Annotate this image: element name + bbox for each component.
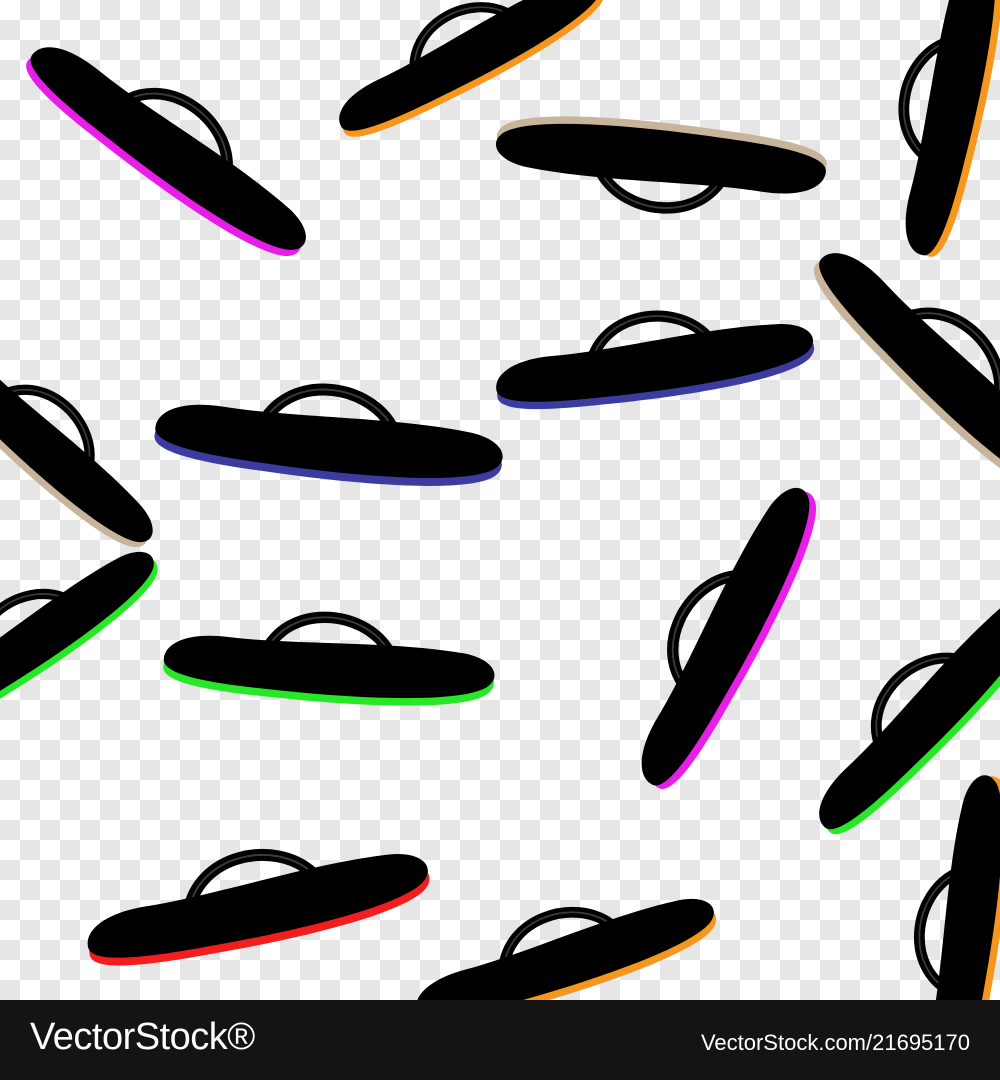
sandal-blue-center-right	[489, 294, 818, 420]
sandal-orange-bottom-right	[899, 769, 1000, 1000]
vectorstock-logo: VectorStock®	[30, 1016, 255, 1058]
sandal-beige-left	[0, 309, 178, 564]
sandal-green-center	[162, 606, 498, 714]
image-id-text: VectorStock.com/21695170	[700, 1030, 970, 1055]
sandal-magenta-right	[605, 467, 835, 799]
sandal-green-left-edge	[0, 522, 171, 751]
sandal-magenta-top-left	[13, 12, 331, 275]
sandal-orange-bottom	[401, 867, 724, 1000]
sandal-red-bottom	[76, 820, 435, 980]
watermark-footer-bar: VectorStock® VectorStock.com/21695170	[0, 1000, 1000, 1080]
sandal-beige-top	[491, 106, 829, 225]
sandal-beige-right	[799, 220, 1000, 511]
pattern-canvas	[0, 0, 1000, 1000]
flip-flop-pattern	[0, 0, 1000, 1000]
sandal-orange-top-right	[873, 0, 1000, 261]
sandal-blue-center-left	[152, 372, 508, 497]
